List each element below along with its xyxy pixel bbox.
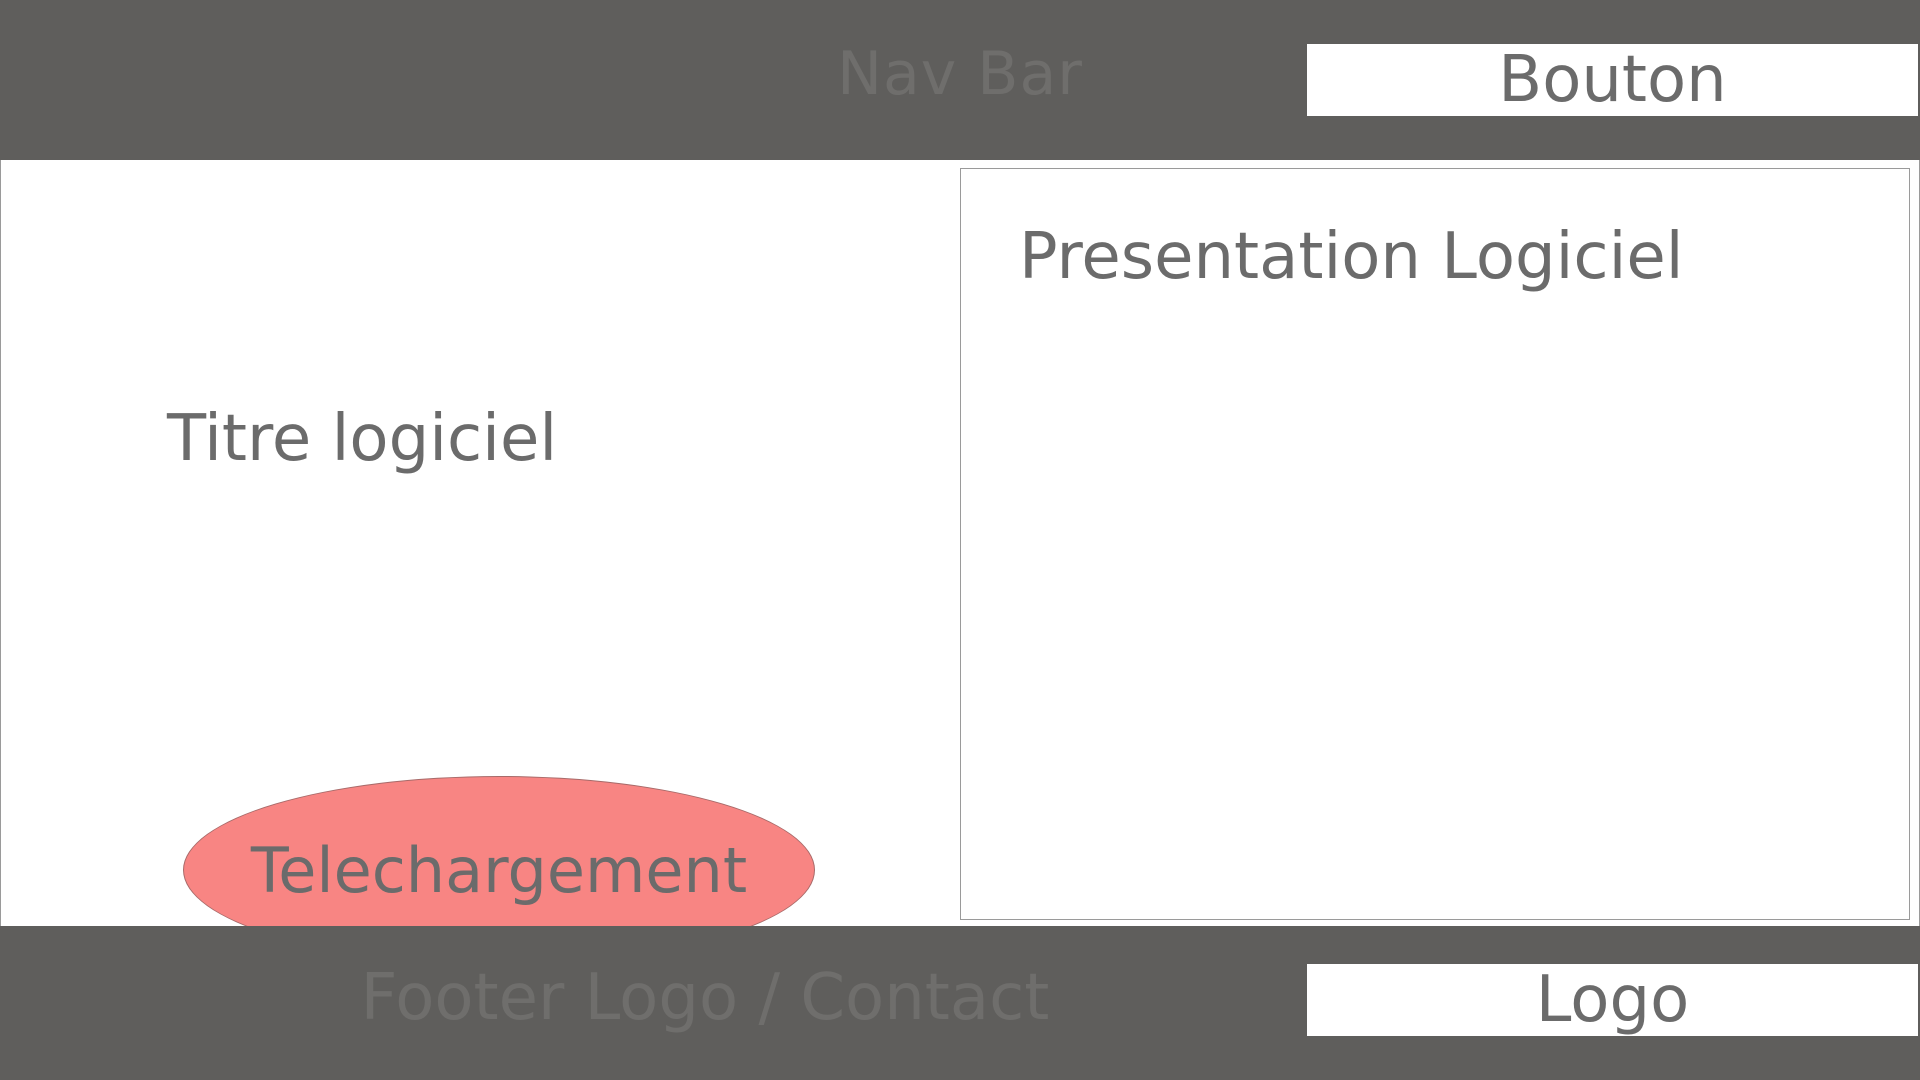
wireframe-page: Nav Bar Bouton Titre logiciel Telecharge… <box>0 0 1920 1080</box>
footer-logo: Logo <box>1307 964 1918 1036</box>
footer: Footer Logo / Contact Logo <box>0 926 1920 1080</box>
nav-bar: Nav Bar Bouton <box>0 0 1920 160</box>
software-title: Titre logiciel <box>167 402 558 476</box>
nav-button[interactable]: Bouton <box>1307 44 1918 116</box>
presentation-panel: Presentation Logiciel <box>960 168 1910 920</box>
presentation-title: Presentation Logiciel <box>1019 220 1684 294</box>
footer-label: Footer Logo / Contact <box>360 961 1050 1035</box>
